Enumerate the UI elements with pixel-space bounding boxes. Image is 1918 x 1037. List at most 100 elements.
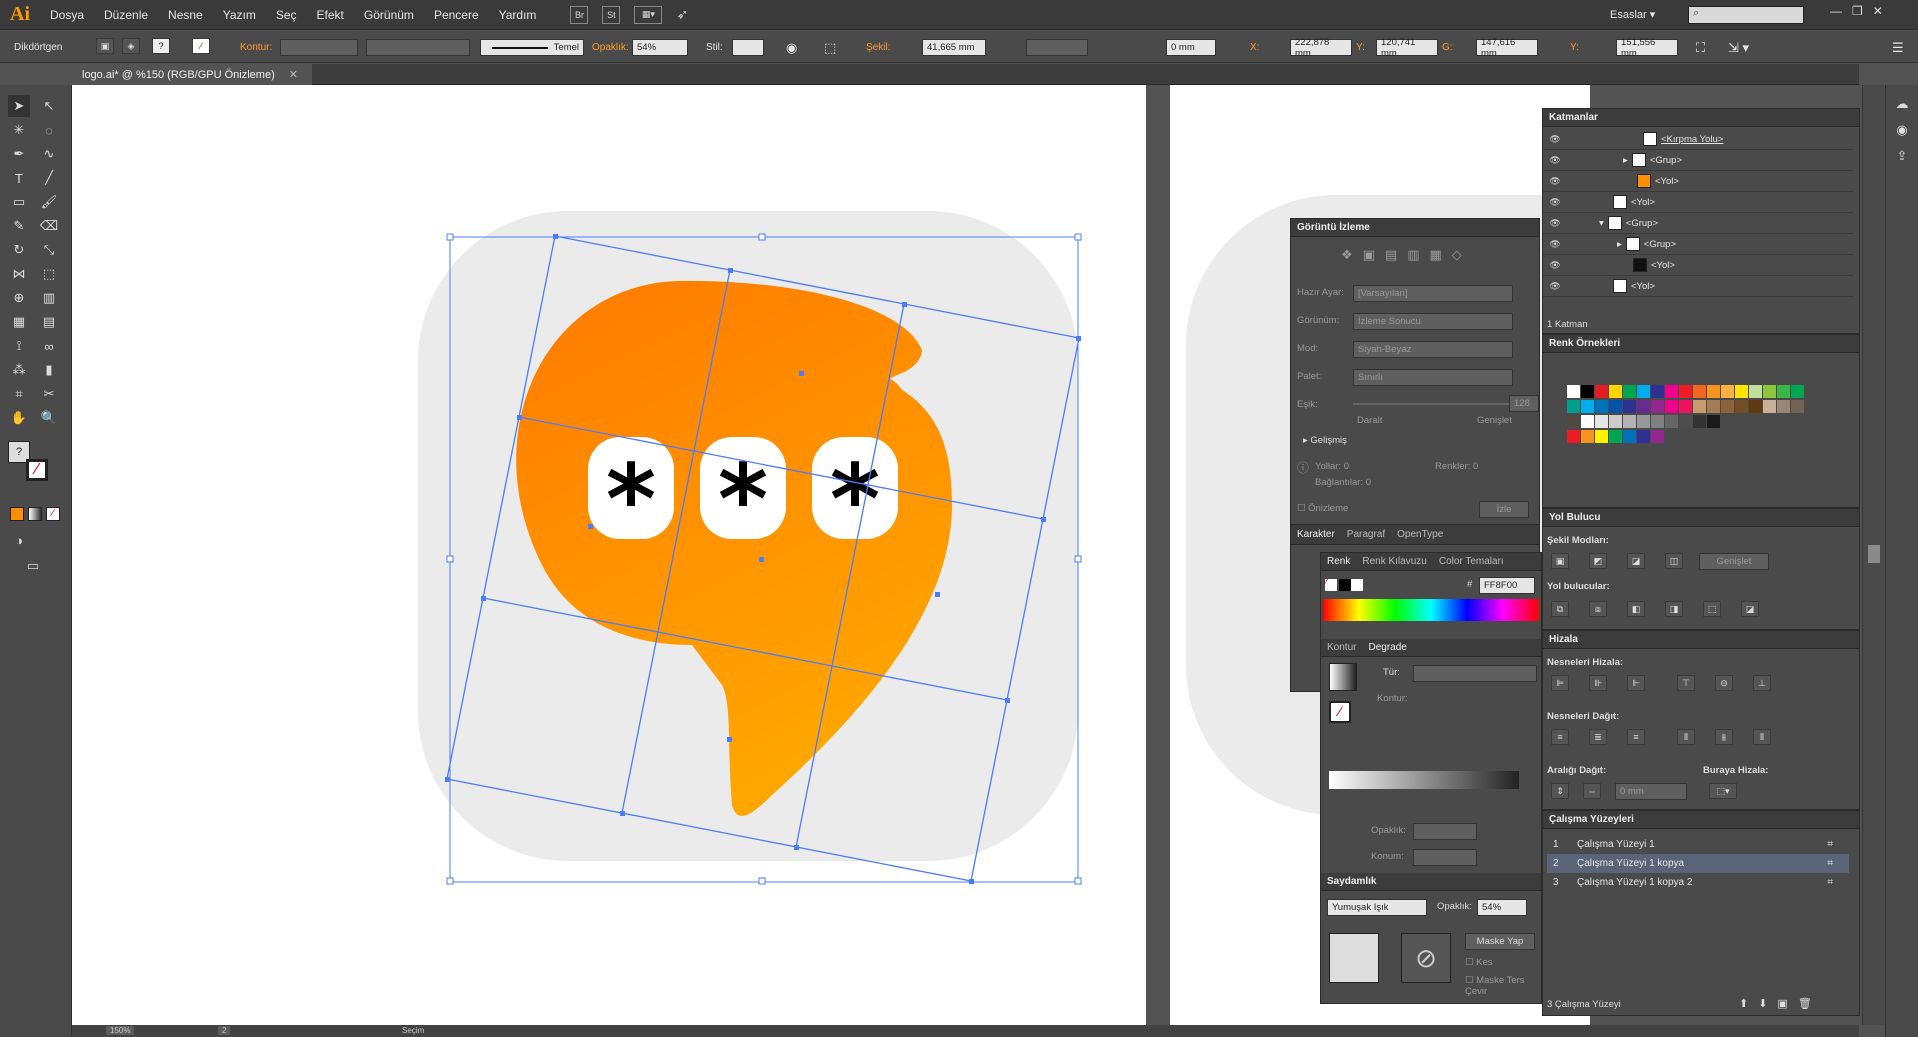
type-tool-icon[interactable]: T — [8, 167, 30, 189]
unite-icon[interactable]: ▣ — [1551, 553, 1569, 569]
trace-preset-icons[interactable]: ❖▣▤▥▦◇ — [1341, 247, 1472, 263]
transparency-opacity-field[interactable]: 54% — [1477, 899, 1527, 916]
tab-color-themes[interactable]: Color Temaları — [1439, 556, 1504, 567]
align-top-icon[interactable]: ⊤ — [1677, 675, 1695, 691]
artboard-options-icon[interactable]: ⌗ — [1827, 877, 1833, 888]
eye-icon[interactable]: 👁 — [1547, 152, 1563, 168]
align-hcenter-icon[interactable]: ⊪ — [1589, 675, 1607, 691]
stroke-color-icon[interactable]: ⁄ — [26, 459, 48, 481]
layer-row[interactable]: 👁 <Yol> — [1543, 192, 1853, 213]
none-mode-icon[interactable]: ⁄ — [46, 507, 60, 521]
color-swatch[interactable] — [1595, 400, 1608, 413]
shape-height-field[interactable] — [1026, 39, 1088, 56]
close-tab-icon[interactable]: ✕ — [289, 68, 298, 81]
menu-yardim[interactable]: Yardım — [489, 8, 547, 22]
artboard-row[interactable]: 3 Çalışma Yüzeyi 1 kopya 2 ⌗ — [1547, 873, 1849, 892]
document-tab[interactable]: logo.ai* @ %150 (RGB/GPU Önizleme) ✕ — [72, 64, 312, 85]
scroll-thumb[interactable] — [1868, 545, 1880, 563]
gradient-slider[interactable] — [1329, 771, 1519, 789]
style-swatch[interactable] — [732, 39, 764, 56]
window-controls[interactable]: — ❐ ✕ — [1830, 4, 1883, 18]
eyedropper-tool-icon[interactable]: ⟟ — [8, 335, 30, 357]
color-swatch[interactable] — [1651, 430, 1664, 443]
slice-tool-icon[interactable]: ✂ — [38, 383, 60, 405]
artboard-tool-icon[interactable]: ⌗ — [8, 383, 30, 405]
gradient-tool-icon[interactable]: ▤ — [38, 311, 60, 333]
menu-duzenle[interactable]: Düzenle — [94, 8, 158, 22]
paintbrush-tool-icon[interactable]: 🖌 — [38, 191, 60, 213]
color-swatch[interactable] — [1777, 385, 1790, 398]
zoom-field[interactable]: 150% — [106, 1026, 135, 1035]
layer-row[interactable]: 👁 ▸ <Grup> — [1543, 150, 1853, 171]
menu-gorunum[interactable]: Görünüm — [354, 8, 424, 22]
appearance-icon[interactable]: ◉ — [1891, 119, 1913, 141]
color-swatch[interactable] — [1609, 430, 1622, 443]
asset-export-icon[interactable]: ⇪ — [1891, 145, 1913, 167]
menu-nesne[interactable]: Nesne — [158, 8, 213, 22]
color-swatch[interactable] — [1623, 415, 1636, 428]
merge-icon[interactable]: ◧ — [1627, 601, 1645, 617]
arrange-documents-icon[interactable]: ▦▾ — [634, 5, 663, 24]
color-swatch[interactable] — [1637, 415, 1650, 428]
height-field[interactable]: 151,556 mm — [1616, 37, 1678, 59]
eraser-tool-icon[interactable]: ⌫ — [38, 215, 60, 237]
color-swatch[interactable] — [1749, 385, 1762, 398]
menu-efekt[interactable]: Efekt — [307, 8, 354, 22]
gradient-mode-icon[interactable] — [28, 507, 42, 521]
tab-paragraph[interactable]: Paragraf — [1347, 529, 1385, 540]
color-swatch[interactable] — [1623, 400, 1636, 413]
control-menu-icon[interactable]: ☰ — [1892, 39, 1904, 56]
screen-mode-icon[interactable]: ▭ — [22, 555, 44, 577]
color-swatch[interactable] — [1623, 385, 1636, 398]
pen-tool-icon[interactable]: ✒ — [8, 143, 30, 165]
hand-tool-icon[interactable]: ✋ — [8, 407, 30, 429]
gradient-location-field[interactable] — [1413, 849, 1477, 866]
tab-gradient[interactable]: Degrade — [1368, 642, 1406, 653]
eye-icon[interactable]: 👁 — [1547, 173, 1563, 189]
color-swatch[interactable] — [1581, 400, 1594, 413]
advanced-toggle[interactable]: ▸ Gelişmiş — [1303, 435, 1347, 446]
layer-row[interactable]: 👁 ▾ <Grup> — [1543, 213, 1853, 234]
gradient-preview[interactable] — [1329, 663, 1357, 691]
color-swatch[interactable] — [1735, 400, 1748, 413]
tab-stroke[interactable]: Kontur — [1327, 642, 1356, 653]
eye-icon[interactable]: 👁 — [1547, 131, 1563, 147]
distribute-hspace-icon[interactable]: ⇔ — [1583, 783, 1601, 799]
eye-icon[interactable]: 👁 — [1547, 278, 1563, 294]
bridge-button[interactable]: Br — [570, 5, 589, 24]
color-swatch[interactable] — [1693, 415, 1706, 428]
color-swatch[interactable] — [1609, 415, 1622, 428]
line-tool-icon[interactable]: ╱ — [38, 167, 60, 189]
align-right-icon[interactable]: ⊩ — [1627, 675, 1645, 691]
mask-empty-icon[interactable]: ⊘ — [1401, 933, 1451, 983]
color-swatch[interactable] — [1665, 415, 1678, 428]
layer-row[interactable]: 👁 <Yol> — [1543, 255, 1853, 276]
color-spectrum[interactable] — [1323, 599, 1539, 621]
color-swatch[interactable] — [1637, 430, 1650, 443]
hex-field[interactable]: FF8F00 — [1479, 577, 1535, 594]
color-swatch[interactable] — [1595, 430, 1608, 443]
y-field[interactable]: 120,741 mm — [1376, 37, 1438, 59]
color-swatch[interactable] — [1791, 400, 1804, 413]
trim-icon[interactable]: ⧈ — [1589, 601, 1607, 617]
shape-width-field[interactable]: 41,665 mm — [922, 39, 986, 56]
color-swatch[interactable] — [1707, 385, 1720, 398]
expand-button[interactable]: Genişlet — [1699, 553, 1769, 570]
variable-width-field[interactable] — [366, 39, 470, 56]
minus-back-icon[interactable]: ◪ — [1741, 601, 1759, 617]
trace-button[interactable]: İzle — [1479, 501, 1529, 518]
color-swatch[interactable] — [1665, 385, 1678, 398]
make-mask-button[interactable]: Maske Yap — [1465, 933, 1535, 950]
color-swatch[interactable] — [1679, 415, 1692, 428]
color-swatch[interactable] — [1791, 385, 1804, 398]
opacity-field[interactable]: 54% — [632, 39, 688, 56]
scale-tool-icon[interactable]: ⤡ — [38, 239, 60, 261]
menu-yazim[interactable]: Yazım — [213, 8, 266, 22]
blend-mode-select[interactable]: Yumuşak Işık — [1327, 899, 1427, 916]
gradient-type-select[interactable] — [1413, 665, 1537, 682]
color-swatch[interactable] — [1763, 400, 1776, 413]
color-swatch[interactable] — [1595, 415, 1608, 428]
color-swatch[interactable] — [1581, 415, 1594, 428]
color-swatch[interactable] — [1567, 385, 1580, 398]
color-swatch[interactable] — [1735, 385, 1748, 398]
